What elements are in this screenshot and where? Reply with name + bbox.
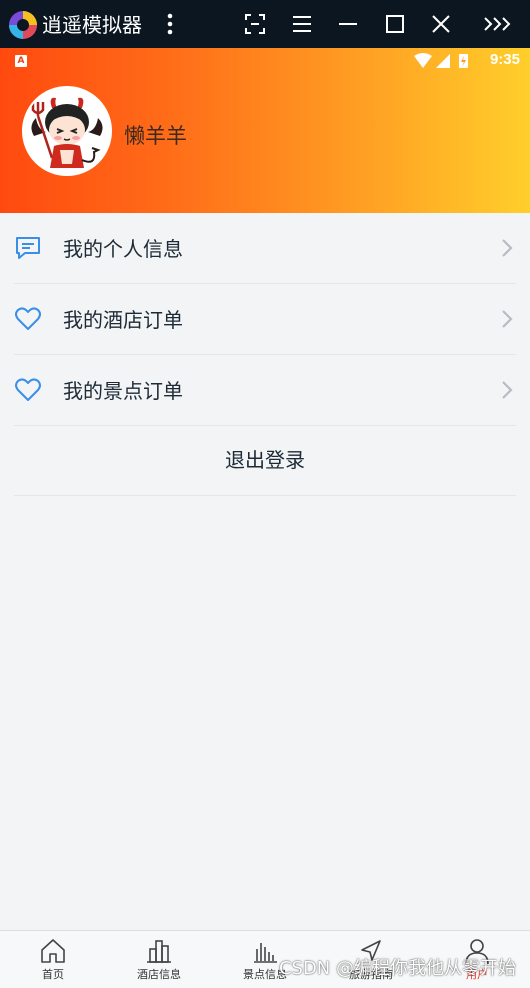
tab-label: 酒店信息 bbox=[137, 968, 181, 981]
chevron-right-icon bbox=[502, 310, 513, 328]
emulator-title: 逍遥模拟器 bbox=[42, 13, 142, 37]
profile-menu: 我的个人信息 我的酒店订单 我的景点订单 退出登录 bbox=[0, 213, 530, 496]
divider bbox=[14, 495, 516, 496]
menu-item-label: 我的景点订单 bbox=[63, 379, 183, 403]
menu-item-personal-info[interactable]: 我的个人信息 bbox=[0, 213, 530, 284]
menu-item-label: 我的个人信息 bbox=[63, 237, 183, 261]
message-icon bbox=[16, 237, 40, 259]
avatar[interactable] bbox=[22, 86, 112, 176]
bars-icon bbox=[254, 943, 277, 963]
watermark: CSDN @编程你我他从零开始 bbox=[278, 958, 516, 979]
chevron-right-icon bbox=[502, 239, 513, 257]
more-vertical-icon[interactable] bbox=[155, 9, 185, 39]
menu-icon[interactable] bbox=[287, 9, 317, 39]
status-bar: A 9:35 bbox=[0, 48, 530, 74]
heart-icon bbox=[15, 378, 41, 401]
username: 懒羊羊 bbox=[124, 124, 187, 148]
menu-item-attraction-orders[interactable]: 我的景点订单 bbox=[0, 355, 530, 426]
profile-header: A 9:35 懒羊羊 bbox=[0, 48, 530, 213]
emulator-title-bar: 逍遥模拟器 bbox=[0, 0, 530, 48]
logout-label: 退出登录 bbox=[225, 448, 305, 472]
heart-icon bbox=[15, 307, 41, 330]
status-signal-icons bbox=[414, 53, 468, 68]
screenshot-icon[interactable] bbox=[240, 9, 270, 39]
tab-hotel-info[interactable]: 酒店信息 bbox=[106, 931, 212, 988]
device-screen: A 9:35 懒羊羊 我的个人信息 我的酒店订单 我的景点订单 退出登录 首页 … bbox=[0, 48, 530, 988]
menu-item-hotel-orders[interactable]: 我的酒店订单 bbox=[0, 284, 530, 355]
chevron-right-icon bbox=[502, 381, 513, 399]
chart-icon bbox=[147, 940, 171, 963]
status-time: 9:35 bbox=[489, 51, 520, 68]
devil-cartoon-avatar-icon bbox=[24, 88, 110, 174]
minimize-icon[interactable] bbox=[333, 9, 363, 39]
maximize-icon[interactable] bbox=[380, 9, 410, 39]
status-notification-badge: A bbox=[15, 55, 27, 67]
expand-sidebar-icon[interactable] bbox=[482, 9, 512, 39]
home-icon bbox=[41, 939, 65, 963]
logout-button[interactable]: 退出登录 bbox=[0, 426, 530, 496]
emulator-logo-icon bbox=[9, 11, 37, 39]
tab-label: 首页 bbox=[42, 968, 64, 981]
tab-home[interactable]: 首页 bbox=[0, 931, 106, 988]
close-icon[interactable] bbox=[426, 9, 456, 39]
menu-item-label: 我的酒店订单 bbox=[63, 308, 183, 332]
